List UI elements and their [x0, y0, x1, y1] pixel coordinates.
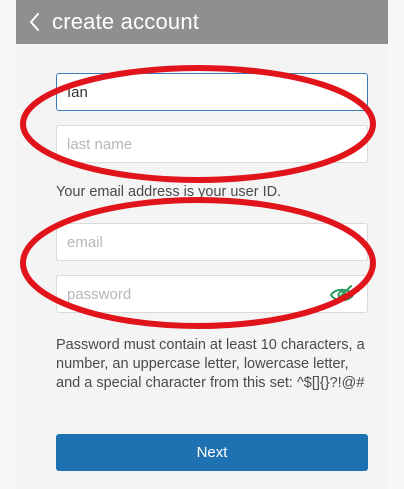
password-requirements: Password must contain at least 10 charac… [56, 337, 365, 391]
last-name-field[interactable]: last name [56, 125, 368, 163]
email-field[interactable]: email [56, 223, 368, 261]
email-placeholder: email [67, 233, 103, 251]
password-placeholder: password [67, 285, 132, 303]
password-field[interactable]: password [56, 275, 368, 313]
back-button[interactable] [20, 0, 50, 44]
first-name-field[interactable]: Ian [56, 73, 368, 111]
create-account-screen: create account Ian last name Your email … [0, 0, 404, 489]
top-bar: create account [16, 0, 388, 44]
page-title: create account [52, 9, 200, 34]
eye-hidden-icon [329, 285, 355, 305]
show-password-toggle[interactable] [329, 284, 355, 306]
next-button[interactable]: Next [56, 434, 368, 471]
chevron-left-icon [30, 13, 39, 31]
last-name-placeholder: last name [67, 135, 133, 153]
email-user-id-note: Your email address is your user ID. [56, 184, 282, 200]
first-name-value: Ian [67, 83, 88, 101]
